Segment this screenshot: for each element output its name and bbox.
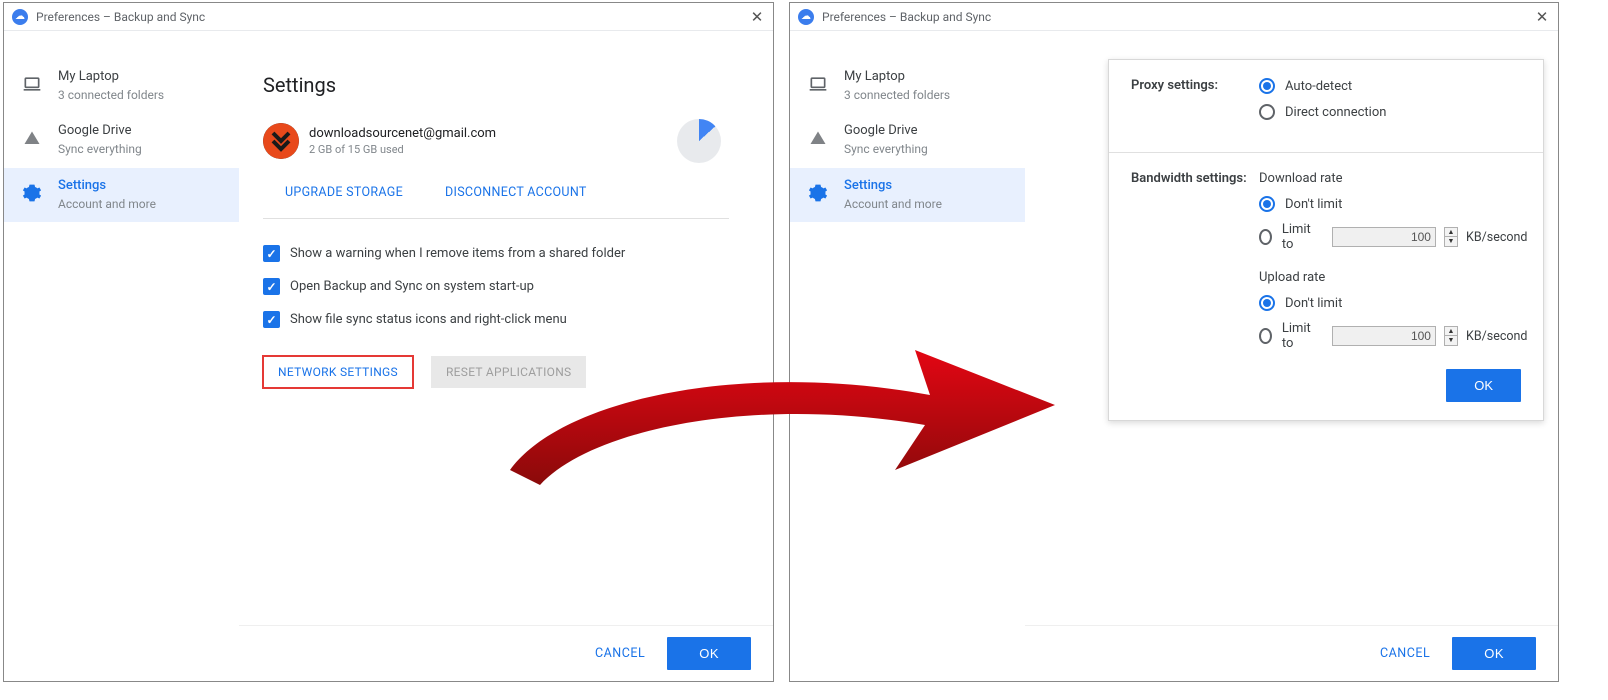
gear-icon	[22, 183, 44, 207]
radio-icon[interactable]	[1259, 78, 1275, 94]
download-limit-option[interactable]: Limit to ▲▼ KB/second	[1259, 222, 1527, 252]
window-title: Preferences – Backup and Sync	[822, 10, 991, 24]
close-icon[interactable]: ✕	[1532, 7, 1552, 27]
sidebar-item-label: My Laptop	[844, 69, 950, 86]
divider	[263, 218, 729, 219]
sidebar-item-sub: Sync everything	[58, 142, 142, 158]
spin-down-icon[interactable]: ▼	[1445, 237, 1457, 246]
option-label: Direct connection	[1285, 105, 1386, 120]
account-email: downloadsourcenet@gmail.com	[309, 126, 496, 141]
unit-label: KB/second	[1466, 230, 1528, 245]
app-icon	[798, 9, 814, 25]
laptop-icon	[22, 74, 44, 98]
ok-button[interactable]: OK	[1452, 637, 1536, 670]
titlebar: Preferences – Backup and Sync ✕	[4, 3, 773, 31]
sidebar-item-sub: 3 connected folders	[844, 88, 950, 104]
spinner[interactable]: ▲▼	[1444, 326, 1458, 346]
spin-up-icon[interactable]: ▲	[1445, 228, 1457, 237]
upgrade-storage-link[interactable]: UPGRADE STORAGE	[285, 185, 403, 200]
ok-button[interactable]: OK	[667, 637, 751, 670]
checkbox-label: Open Backup and Sync on system start-up	[290, 279, 534, 294]
spinner[interactable]: ▲▼	[1444, 227, 1458, 247]
close-icon[interactable]: ✕	[747, 7, 767, 27]
download-dont-limit-option[interactable]: Don't limit	[1259, 196, 1527, 212]
download-limit-input[interactable]	[1332, 227, 1436, 247]
checkbox-icons-row[interactable]: Show file sync status icons and right-cl…	[263, 303, 729, 336]
sidebar-item-sub: Sync everything	[844, 142, 928, 158]
cancel-button[interactable]: CANCEL	[1380, 646, 1430, 661]
radio-icon[interactable]	[1259, 229, 1272, 245]
sidebar-item-drive[interactable]: Google Drive Sync everything	[4, 113, 239, 167]
dialog-ok-button[interactable]: OK	[1446, 369, 1521, 402]
option-label: Limit to	[1282, 222, 1314, 252]
disconnect-account-link[interactable]: DISCONNECT ACCOUNT	[445, 185, 587, 200]
avatar	[263, 123, 299, 159]
download-rate-heading: Download rate	[1259, 171, 1527, 186]
option-label: Limit to	[1282, 321, 1314, 351]
bandwidth-settings-label: Bandwidth settings:	[1131, 171, 1259, 361]
storage-pie-icon	[677, 119, 721, 163]
sidebar-item-label: My Laptop	[58, 69, 164, 86]
option-label: Auto-detect	[1285, 79, 1352, 94]
window-title: Preferences – Backup and Sync	[36, 10, 205, 24]
checkbox-label: Show file sync status icons and right-cl…	[290, 312, 567, 327]
checkbox-icon[interactable]	[263, 311, 280, 328]
window-right: Preferences – Backup and Sync ✕ My Lapto…	[789, 2, 1559, 682]
checkbox-label: Show a warning when I remove items from …	[290, 246, 625, 261]
page-title: Settings	[263, 73, 729, 97]
sidebar: My Laptop 3 connected folders Google Dri…	[790, 31, 1025, 681]
sidebar-item-sub: 3 connected folders	[58, 88, 164, 104]
spin-up-icon[interactable]: ▲	[1445, 327, 1457, 336]
proxy-direct-option[interactable]: Direct connection	[1259, 104, 1521, 120]
sidebar-item-settings[interactable]: Settings Account and more	[4, 168, 239, 222]
gear-icon	[808, 183, 830, 207]
sidebar-item-label: Google Drive	[58, 123, 142, 140]
upload-rate-heading: Upload rate	[1259, 270, 1527, 285]
checkbox-icon[interactable]	[263, 278, 280, 295]
window-left: Preferences – Backup and Sync ✕ My Lapto…	[3, 2, 774, 682]
laptop-icon	[808, 74, 830, 98]
checkbox-warn-row[interactable]: Show a warning when I remove items from …	[263, 237, 729, 270]
sidebar-item-laptop[interactable]: My Laptop 3 connected folders	[790, 59, 1025, 113]
checkbox-icon[interactable]	[263, 245, 280, 262]
radio-icon[interactable]	[1259, 295, 1275, 311]
proxy-auto-option[interactable]: Auto-detect	[1259, 78, 1521, 94]
upload-dont-limit-option[interactable]: Don't limit	[1259, 295, 1527, 311]
divider	[1109, 152, 1543, 153]
sidebar-item-label: Settings	[844, 178, 942, 195]
checkbox-startup-row[interactable]: Open Backup and Sync on system start-up	[263, 270, 729, 303]
sidebar-item-laptop[interactable]: My Laptop 3 connected folders	[4, 59, 239, 113]
upload-limit-option[interactable]: Limit to ▲▼ KB/second	[1259, 321, 1527, 351]
account-storage: 2 GB of 15 GB used	[309, 143, 496, 156]
app-icon	[12, 9, 28, 25]
footer: CANCEL OK	[239, 625, 773, 681]
footer: CANCEL OK	[1025, 625, 1558, 681]
drive-icon	[808, 129, 830, 153]
sidebar-item-drive[interactable]: Google Drive Sync everything	[790, 113, 1025, 167]
network-settings-dialog: Proxy settings: Auto-detect Direct conne…	[1108, 59, 1544, 421]
proxy-settings-label: Proxy settings:	[1131, 78, 1259, 130]
settings-panel: Settings downloadsourcenet@gmail.com 2 G…	[239, 31, 773, 681]
network-settings-button[interactable]: NETWORK SETTINGS	[263, 356, 413, 388]
sidebar-item-settings[interactable]: Settings Account and more	[790, 168, 1025, 222]
unit-label: KB/second	[1466, 329, 1528, 344]
drive-icon	[22, 129, 44, 153]
option-label: Don't limit	[1285, 197, 1342, 212]
upload-limit-input[interactable]	[1332, 326, 1436, 346]
radio-icon[interactable]	[1259, 328, 1272, 344]
radio-icon[interactable]	[1259, 104, 1275, 120]
reset-applications-button: RESET APPLICATIONS	[431, 356, 587, 388]
sidebar-item-sub: Account and more	[844, 197, 942, 213]
option-label: Don't limit	[1285, 296, 1342, 311]
spin-down-icon[interactable]: ▼	[1445, 336, 1457, 345]
cancel-button[interactable]: CANCEL	[595, 646, 645, 661]
sidebar: My Laptop 3 connected folders Google Dri…	[4, 31, 239, 681]
radio-icon[interactable]	[1259, 196, 1275, 212]
sidebar-item-label: Settings	[58, 178, 156, 195]
sidebar-item-label: Google Drive	[844, 123, 928, 140]
account-row: downloadsourcenet@gmail.com 2 GB of 15 G…	[263, 119, 729, 163]
sidebar-item-sub: Account and more	[58, 197, 156, 213]
titlebar: Preferences – Backup and Sync ✕	[790, 3, 1558, 31]
